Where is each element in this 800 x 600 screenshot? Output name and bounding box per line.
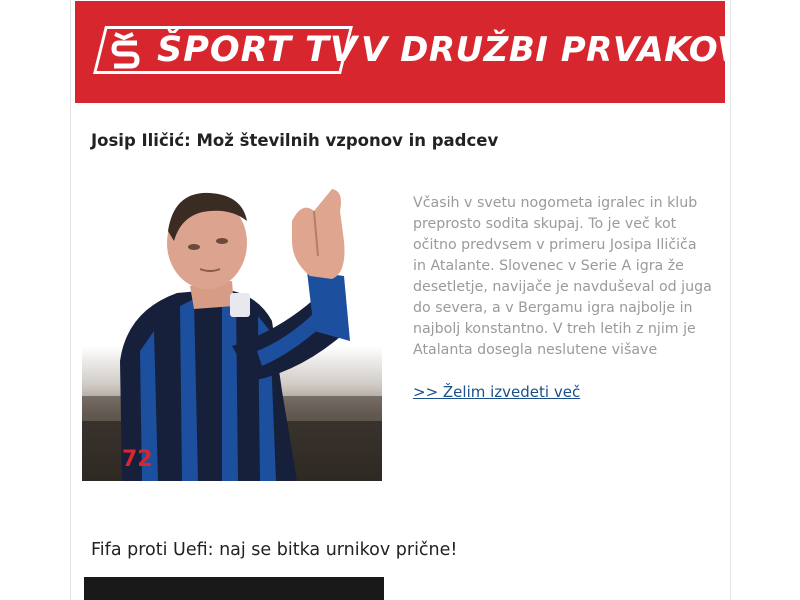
logo-text: ŠPORT TV: [157, 30, 359, 70]
player-photo-illustration: 72: [82, 189, 382, 481]
article-title[interactable]: Josip Iličić: Mož številnih vzponov in p…: [91, 131, 498, 150]
sport-tv-banner[interactable]: ŠPORT TV V DRUŽBI PRVAKOV!: [75, 1, 725, 103]
article-title-2[interactable]: Fifa proti Uefi: naj se bitka urnikov pr…: [91, 540, 457, 560]
article-photo-2[interactable]: [84, 577, 384, 600]
banner-slogan: V DRUŽBI PRVAKOV!: [361, 30, 725, 70]
read-more-link[interactable]: >> Želim izvedeti več: [413, 383, 580, 401]
sport-tv-logo-icon: [111, 32, 140, 69]
article-photo[interactable]: 72: [82, 181, 382, 481]
jersey-number: 72: [122, 447, 153, 472]
article-excerpt: Včasih v svetu nogometa igralec in klub …: [413, 195, 712, 358]
banner-content: ŠPORT TV V DRUŽBI PRVAKOV!: [93, 26, 725, 78]
